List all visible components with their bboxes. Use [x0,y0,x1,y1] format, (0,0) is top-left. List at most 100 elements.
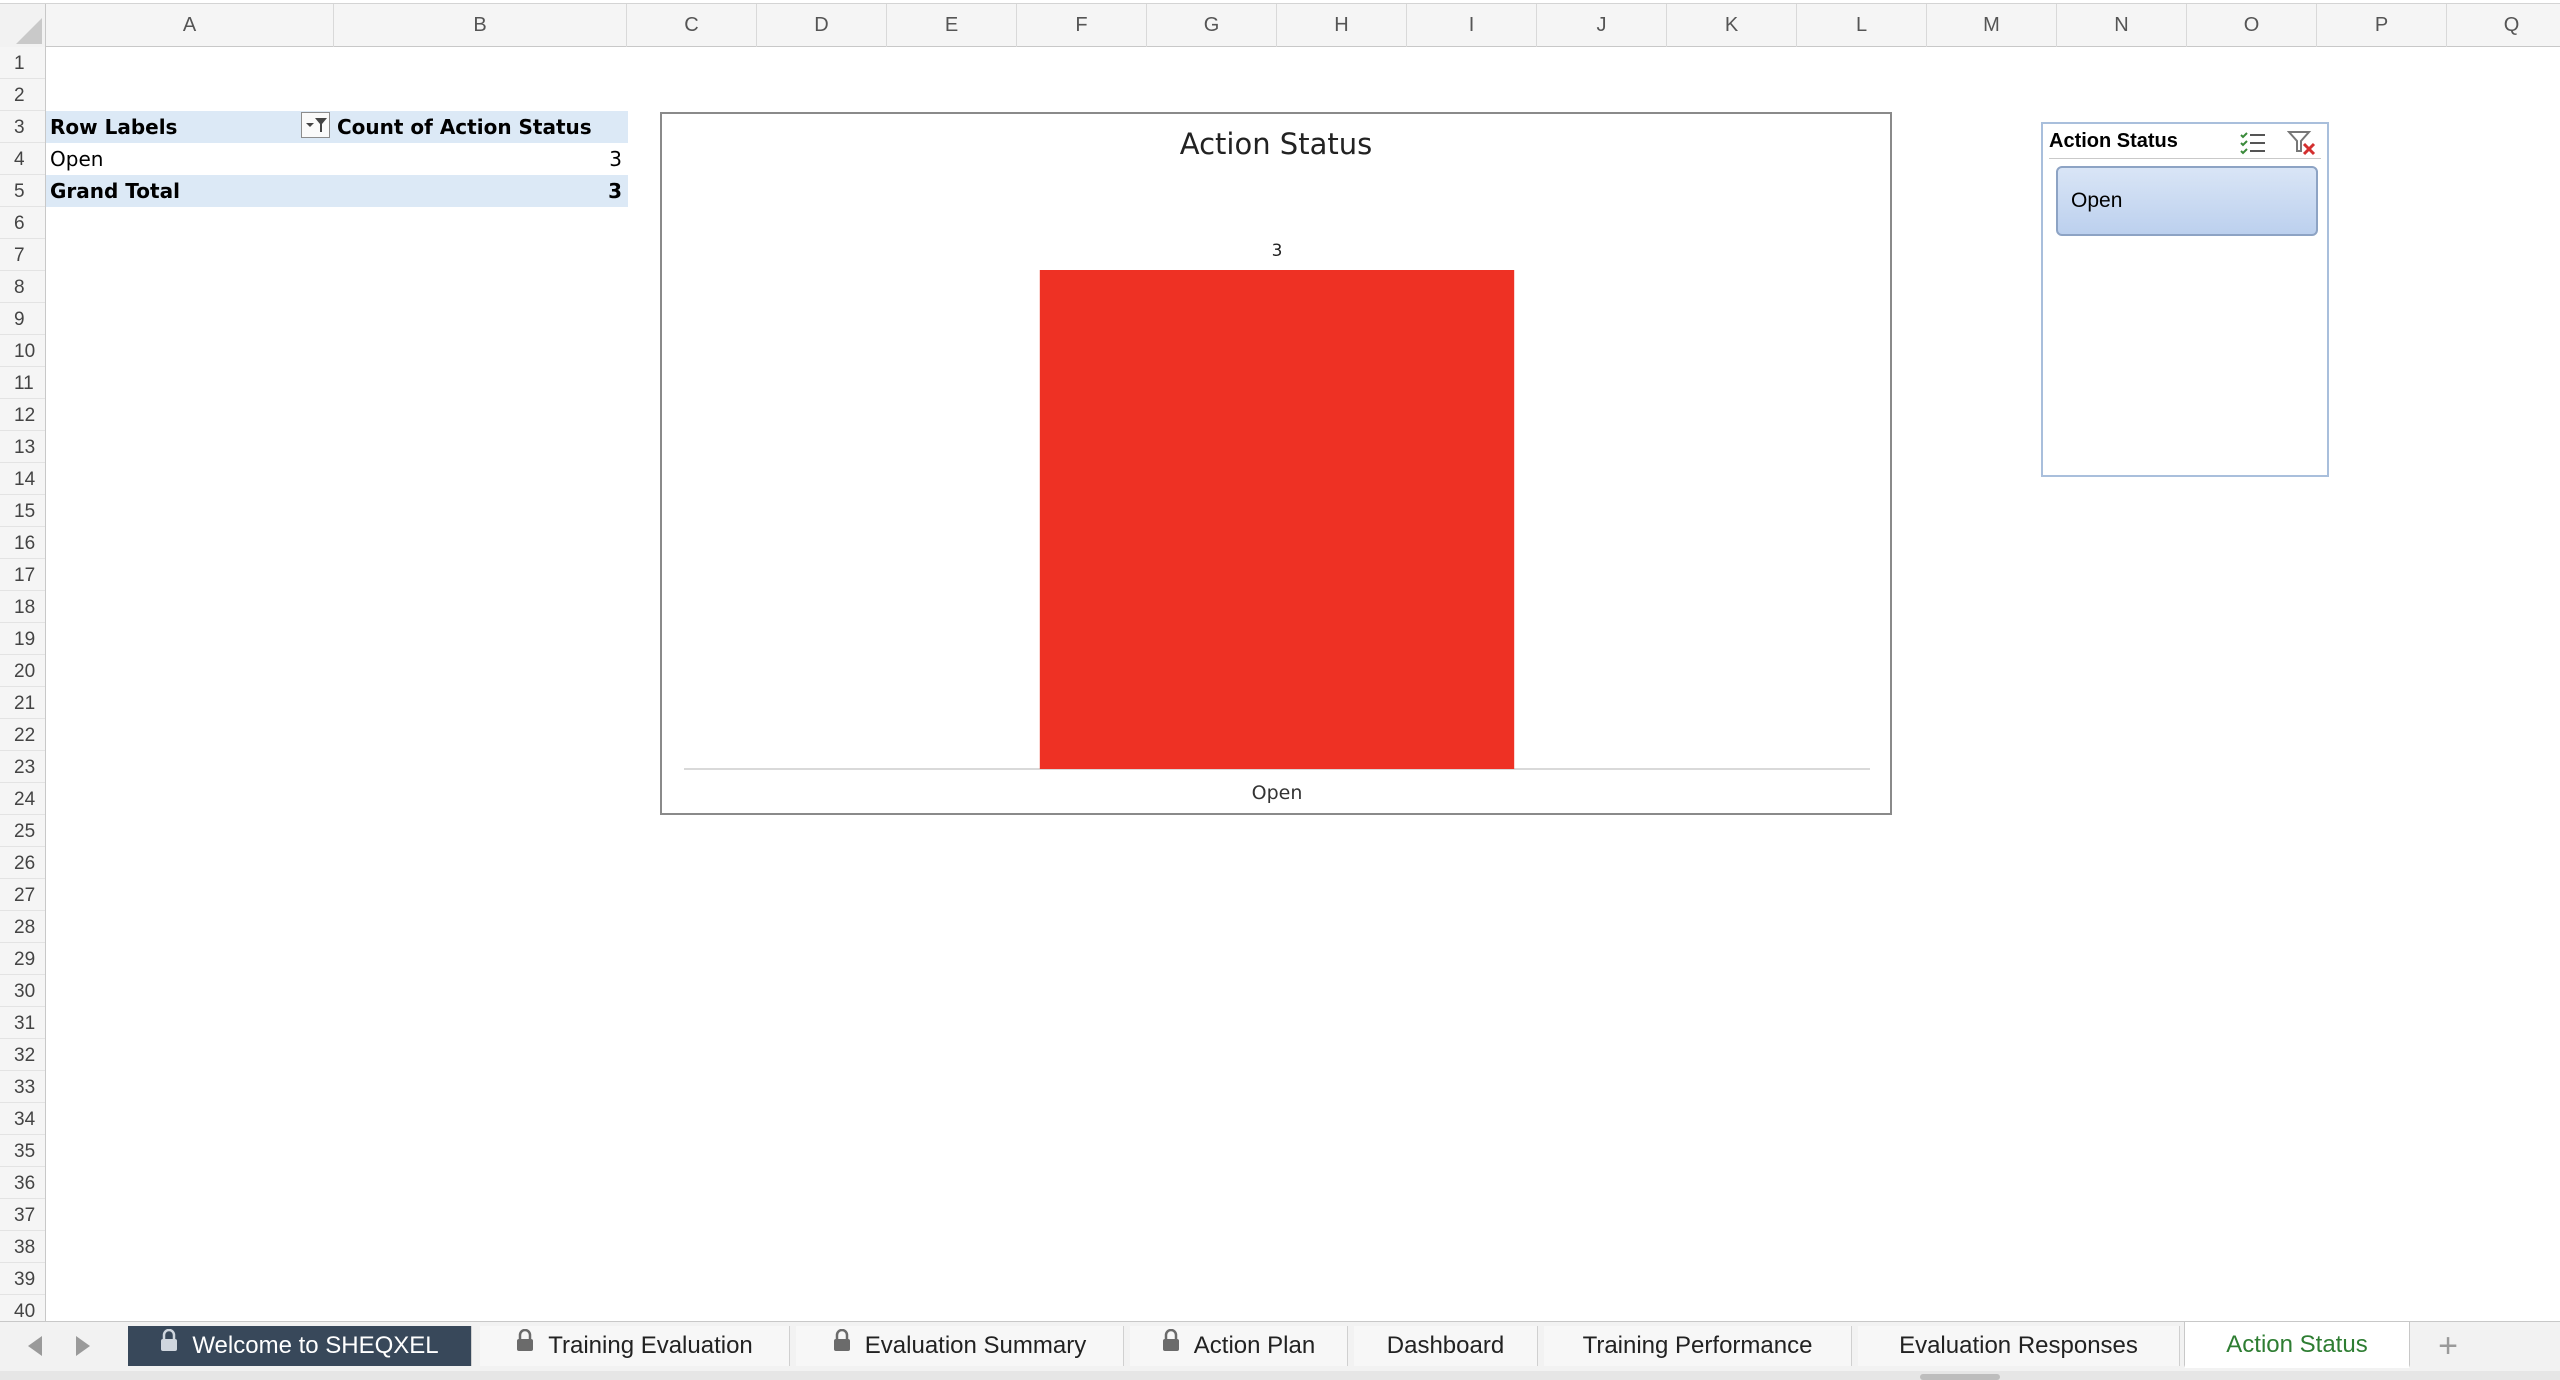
column-header-cell[interactable]: F [1017,4,1147,47]
row-header-cell[interactable]: 15 [0,495,45,527]
tab-evaluation-responses[interactable]: Evaluation Responses [1858,1326,2180,1366]
tab-action-plan[interactable]: Action Plan [1130,1326,1348,1366]
filter-dropdown-icon [306,118,327,132]
clear-filter-icon[interactable] [2286,129,2317,157]
row-header-cell[interactable]: 24 [0,783,45,815]
row-header-cell[interactable]: 18 [0,591,45,623]
column-header-cell[interactable]: Q [2447,4,2560,47]
pivot-grand-total-label[interactable]: Grand Total [50,175,180,207]
slicer-separator [2049,158,2321,159]
select-all-corner[interactable] [0,4,46,47]
column-header-cell[interactable]: M [1927,4,2057,47]
tab-training-evaluation[interactable]: Training Evaluation [480,1326,790,1366]
column-header-cell[interactable]: I [1407,4,1537,47]
row-header-cell[interactable]: 16 [0,527,45,559]
row-header: 1 2 3 4 5 6 7 8 9 10 11 12 13 14 15 16 17 18 19 20 21 22 23 24 2… [0,47,46,1327]
pivot-chart[interactable]: Action Status 3 Open [660,112,1892,815]
pivot-grand-total-value[interactable]: 3 [586,175,622,207]
column-header-cell[interactable]: H [1277,4,1407,47]
column-header-cell[interactable]: O [2187,4,2317,47]
row-header-cell[interactable]: 13 [0,431,45,463]
row-header-cell[interactable]: 29 [0,943,45,975]
row-header-cell[interactable]: 5 [0,175,45,207]
next-sheet-arrow-icon[interactable] [76,1336,90,1356]
tab-training-performance[interactable]: Training Performance [1544,1326,1852,1366]
row-header-cell[interactable]: 25 [0,815,45,847]
tab-label: Action Status [2226,1331,2368,1358]
row-header-cell[interactable]: 22 [0,719,45,751]
tab-dashboard[interactable]: Dashboard [1354,1326,1538,1366]
row-header-cell[interactable]: 30 [0,975,45,1007]
pivot-row-label[interactable]: Open [50,143,103,175]
tab-evaluation-summary[interactable]: Evaluation Summary [796,1326,1124,1366]
row-header-cell[interactable]: 21 [0,687,45,719]
row-header-cell[interactable]: 8 [0,271,45,303]
column-header-cell[interactable]: N [2057,4,2187,47]
column-header-cell[interactable]: C [627,4,757,47]
column-header-cell[interactable]: G [1147,4,1277,47]
slicer-title: Action Status [2049,130,2178,152]
column-header-cell[interactable]: J [1537,4,1667,47]
row-header-cell[interactable]: 32 [0,1039,45,1071]
row-header-cell[interactable]: 17 [0,559,45,591]
tab-label: Evaluation Summary [864,1332,1087,1359]
tab-label: Training Evaluation [548,1332,753,1359]
tab-action-status[interactable]: Action Status [2184,1322,2410,1368]
row-header-cell[interactable]: 2 [0,79,45,111]
pivot-row-count[interactable]: 3 [586,143,622,175]
column-header: ABCDEFGHIJKLMNOPQ [0,3,2560,47]
row-header-cell[interactable]: 35 [0,1135,45,1167]
column-header-cell[interactable]: L [1797,4,1927,47]
row-header-cell[interactable]: 20 [0,655,45,687]
chart-category-label: Open [1252,782,1303,804]
multi-select-icon[interactable] [2239,130,2267,156]
row-header-cell[interactable]: 23 [0,751,45,783]
row-header-cell[interactable]: 39 [0,1263,45,1295]
row-labels-filter-button[interactable] [301,112,330,138]
tab-welcome-to-sheqxel[interactable]: Welcome to SHEQXEL [128,1326,472,1366]
column-header-cell[interactable]: B [334,4,627,47]
row-header-cell[interactable]: 26 [0,847,45,879]
row-header-cell[interactable]: 12 [0,399,45,431]
column-header-cell[interactable]: K [1667,4,1797,47]
previous-sheet-arrow-icon[interactable] [28,1336,42,1356]
row-header-cell[interactable]: 10 [0,335,45,367]
row-header-cell[interactable]: 6 [0,207,45,239]
horizontal-scroll-thumb[interactable] [1920,1374,2000,1380]
spreadsheet-window: ABCDEFGHIJKLMNOPQ 1 2 3 4 5 6 7 8 9 10 11 12 13 14 15 1… [0,0,2560,1380]
row-header-cell[interactable]: 33 [0,1071,45,1103]
chart-bar-open[interactable] [1039,270,1515,769]
sheet-tab-bar: Welcome to SHEQXEL Training Evaluation E… [0,1321,2560,1371]
chart-data-label: 3 [1272,241,1283,261]
row-header-cell[interactable]: 9 [0,303,45,335]
column-header-cell[interactable]: E [887,4,1017,47]
lock-icon [1162,1324,1180,1364]
row-header-cell[interactable]: 37 [0,1199,45,1231]
row-header-cell[interactable]: 11 [0,367,45,399]
column-header-cell[interactable]: P [2317,4,2447,47]
row-header-cell[interactable]: 1 [0,47,45,79]
row-header-cell[interactable]: 34 [0,1103,45,1135]
pivot-count-header: Count of Action Status [337,115,592,139]
chart-canvas: Action Status 3 Open [684,127,1870,804]
lock-icon [516,1324,534,1364]
row-header-cell[interactable]: 3 [0,111,45,143]
row-header-cell[interactable]: 19 [0,623,45,655]
add-sheet-button[interactable]: + [2428,1326,2468,1366]
row-header-cell[interactable]: 28 [0,911,45,943]
row-header-cell[interactable]: 4 [0,143,45,175]
row-header-cell[interactable]: 36 [0,1167,45,1199]
slicer-item-open[interactable]: Open [2056,166,2318,236]
lock-icon [160,1324,178,1364]
row-header-cell[interactable]: 27 [0,879,45,911]
column-header-cell[interactable]: D [757,4,887,47]
chart-title[interactable]: Action Status [1180,127,1372,161]
row-header-cell[interactable]: 31 [0,1007,45,1039]
action-status-slicer[interactable]: Action Status Open [2041,122,2329,477]
row-header-cell[interactable]: 38 [0,1231,45,1263]
column-header-cell[interactable]: A [46,4,334,47]
row-header-cell[interactable]: 14 [0,463,45,495]
pivot-row-labels-header: Row Labels [50,115,178,139]
tab-label: Action Plan [1193,1332,1316,1359]
row-header-cell[interactable]: 7 [0,239,45,271]
